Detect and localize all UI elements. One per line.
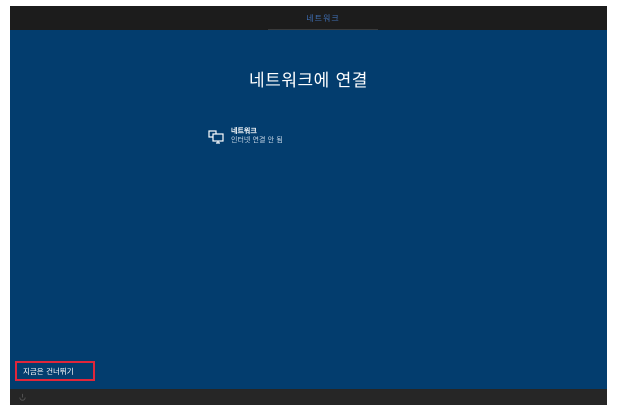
- ease-of-access-icon[interactable]: [18, 393, 27, 402]
- setup-screen: 네트워크 네트워크에 연결 네트워크 인터넷 연결 안 됨 지금은 건너뛰기: [10, 6, 607, 405]
- content-area: 네트워크에 연결 네트워크 인터넷 연결 안 됨 지금은 건너뛰기: [10, 30, 607, 389]
- skip-for-now-button[interactable]: 지금은 건너뛰기: [15, 361, 95, 381]
- wired-network-icon: [208, 130, 224, 144]
- network-text: 네트워크 인터넷 연결 안 됨: [231, 127, 283, 145]
- network-name: 네트워크: [231, 127, 257, 135]
- network-list-item[interactable]: 네트워크 인터넷 연결 안 됨: [208, 127, 283, 145]
- page-title: 네트워크에 연결: [249, 71, 368, 91]
- bottom-bar: [10, 389, 607, 405]
- tab-network[interactable]: 네트워크: [268, 6, 378, 30]
- network-status: 인터넷 연결 안 됨: [231, 136, 283, 144]
- top-bar: 네트워크: [10, 6, 607, 30]
